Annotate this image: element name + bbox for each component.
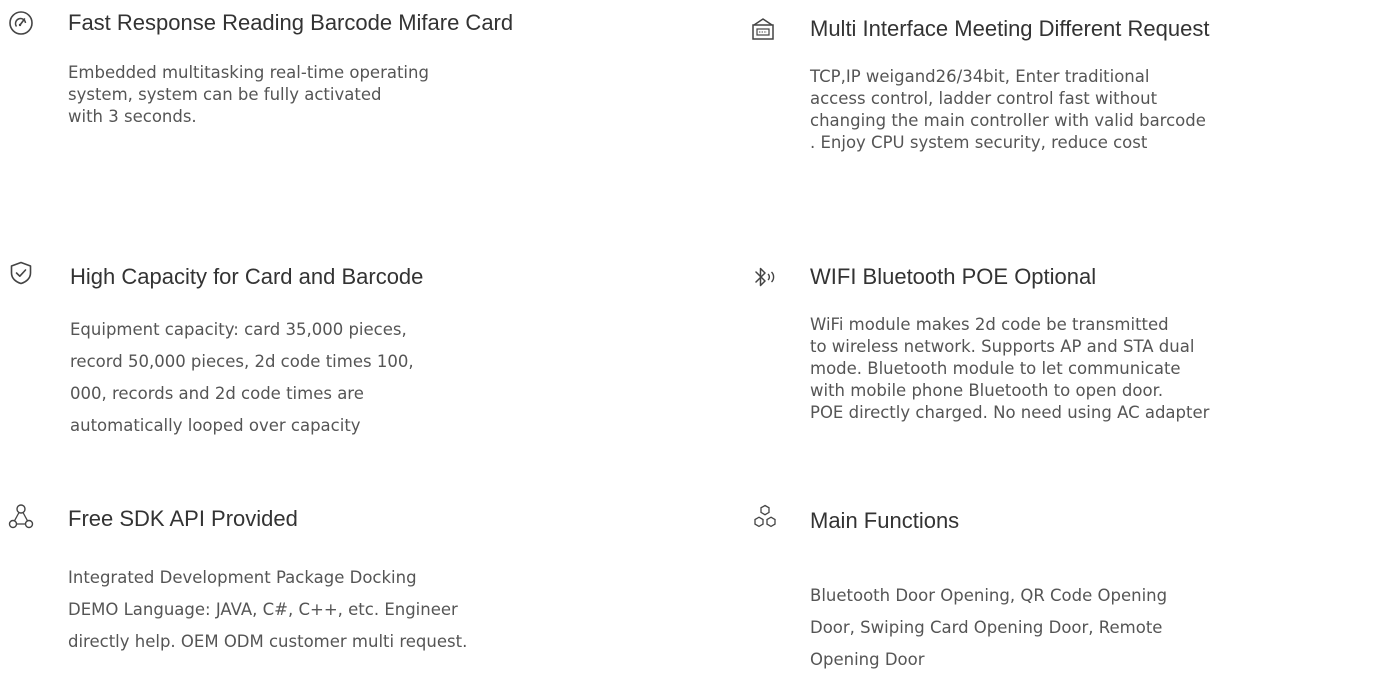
description-line: TCP,IP weigand26/34bit, Enter traditiona… <box>810 67 1150 86</box>
gauge-icon <box>8 10 34 36</box>
description-line: Door, Swiping Card Opening Door, Remote <box>810 618 1163 637</box>
bluetooth-icon <box>752 264 778 290</box>
shield-check-icon <box>8 260 34 286</box>
description-line: Equipment capacity: card 35,000 pieces, <box>70 320 407 339</box>
description-line: changing the main controller with valid … <box>810 111 1206 130</box>
feature-description: WiFi module makes 2d code be transmitted… <box>810 314 1209 424</box>
description-line: POE directly charged. No need using AC a… <box>810 403 1210 422</box>
description-line: mode. Bluetooth module to let communicat… <box>810 359 1181 378</box>
description-line: 000, records and 2d code times are <box>70 384 364 403</box>
feature-title: Fast Response Reading Barcode Mifare Car… <box>68 10 514 35</box>
description-line: with mobile phone Bluetooth to open door… <box>810 381 1164 400</box>
feature-description: Equipment capacity: card 35,000 pieces, … <box>70 314 414 442</box>
feature-description: TCP,IP weigand26/34bit, Enter traditiona… <box>810 66 1206 154</box>
description-line: with 3 seconds. <box>68 107 197 126</box>
feature-description: Bluetooth Door Opening, QR Code Opening … <box>810 580 1167 676</box>
description-line: directly help. OEM ODM customer multi re… <box>68 632 468 651</box>
description-line: to wireless network. Supports AP and STA… <box>810 337 1195 356</box>
hexagon-cluster-icon <box>752 504 778 530</box>
feature-description: Integrated Development Package Docking D… <box>68 562 467 658</box>
description-line: access control, ladder control fast with… <box>810 89 1158 108</box>
description-line: DEMO Language: JAVA, C#, C++, etc. Engin… <box>68 600 458 619</box>
description-line: record 50,000 pieces, 2d code times 100, <box>70 352 414 371</box>
description-line: automatically looped over capacity <box>70 416 361 435</box>
description-line: Integrated Development Package Docking <box>68 568 417 587</box>
description-line: Embedded multitasking real-time operatin… <box>68 63 429 82</box>
network-nodes-icon <box>8 503 34 529</box>
feature-title: WIFI Bluetooth POE Optional <box>810 264 1097 289</box>
feature-title: Multi Interface Meeting Different Reques… <box>810 16 1210 41</box>
description-line: WiFi module makes 2d code be transmitted <box>810 315 1169 334</box>
description-line: Opening Door <box>810 650 925 669</box>
description-line: . Enjoy CPU system security, reduce cost <box>810 133 1148 152</box>
description-line: Bluetooth Door Opening, QR Code Opening <box>810 586 1168 605</box>
feature-title: Free SDK API Provided <box>68 506 298 531</box>
description-line: system, system can be fully activated <box>68 85 382 104</box>
feature-description: Embedded multitasking real-time operatin… <box>68 62 429 128</box>
interface-device-icon <box>750 16 776 42</box>
feature-title: Main Functions <box>810 508 960 533</box>
feature-title: High Capacity for Card and Barcode <box>70 264 424 289</box>
